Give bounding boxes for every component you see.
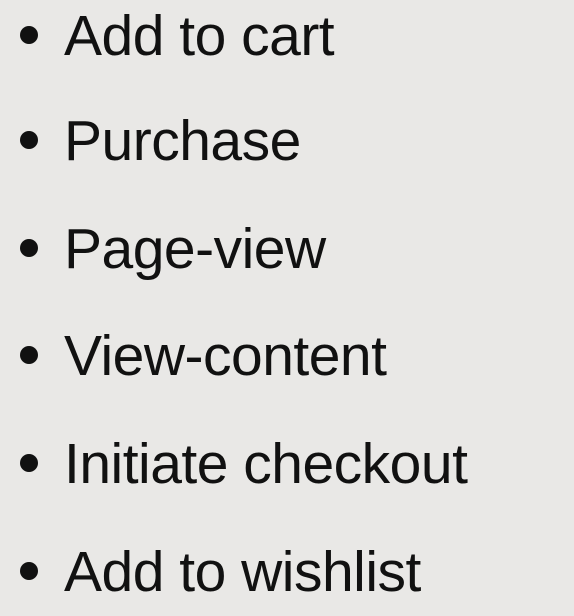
list-item-text: Add to wishlist — [64, 540, 421, 604]
list-item-text: View-content — [64, 324, 387, 388]
list-item-text: Purchase — [64, 109, 301, 173]
list-item-text: Page-view — [64, 217, 326, 281]
slide-canvas: Add to cart Purchase Page-view View-cont… — [0, 0, 574, 605]
bullet-icon — [20, 454, 38, 472]
list-item: Page-view — [0, 213, 574, 293]
list-item-text: Add to cart — [64, 4, 335, 68]
list-item: Add to wishlist — [0, 536, 574, 616]
bullet-icon — [20, 239, 38, 257]
list-item-text: Initiate checkout — [64, 432, 468, 496]
bullet-icon — [20, 346, 38, 364]
list-item: Add to cart — [0, 0, 574, 80]
list-item: View-content — [0, 320, 574, 400]
bullet-icon — [20, 26, 38, 44]
list-item: Purchase — [0, 105, 574, 185]
bullet-icon — [20, 131, 38, 149]
bullet-icon — [20, 562, 38, 580]
list-item: Initiate checkout — [0, 428, 574, 508]
